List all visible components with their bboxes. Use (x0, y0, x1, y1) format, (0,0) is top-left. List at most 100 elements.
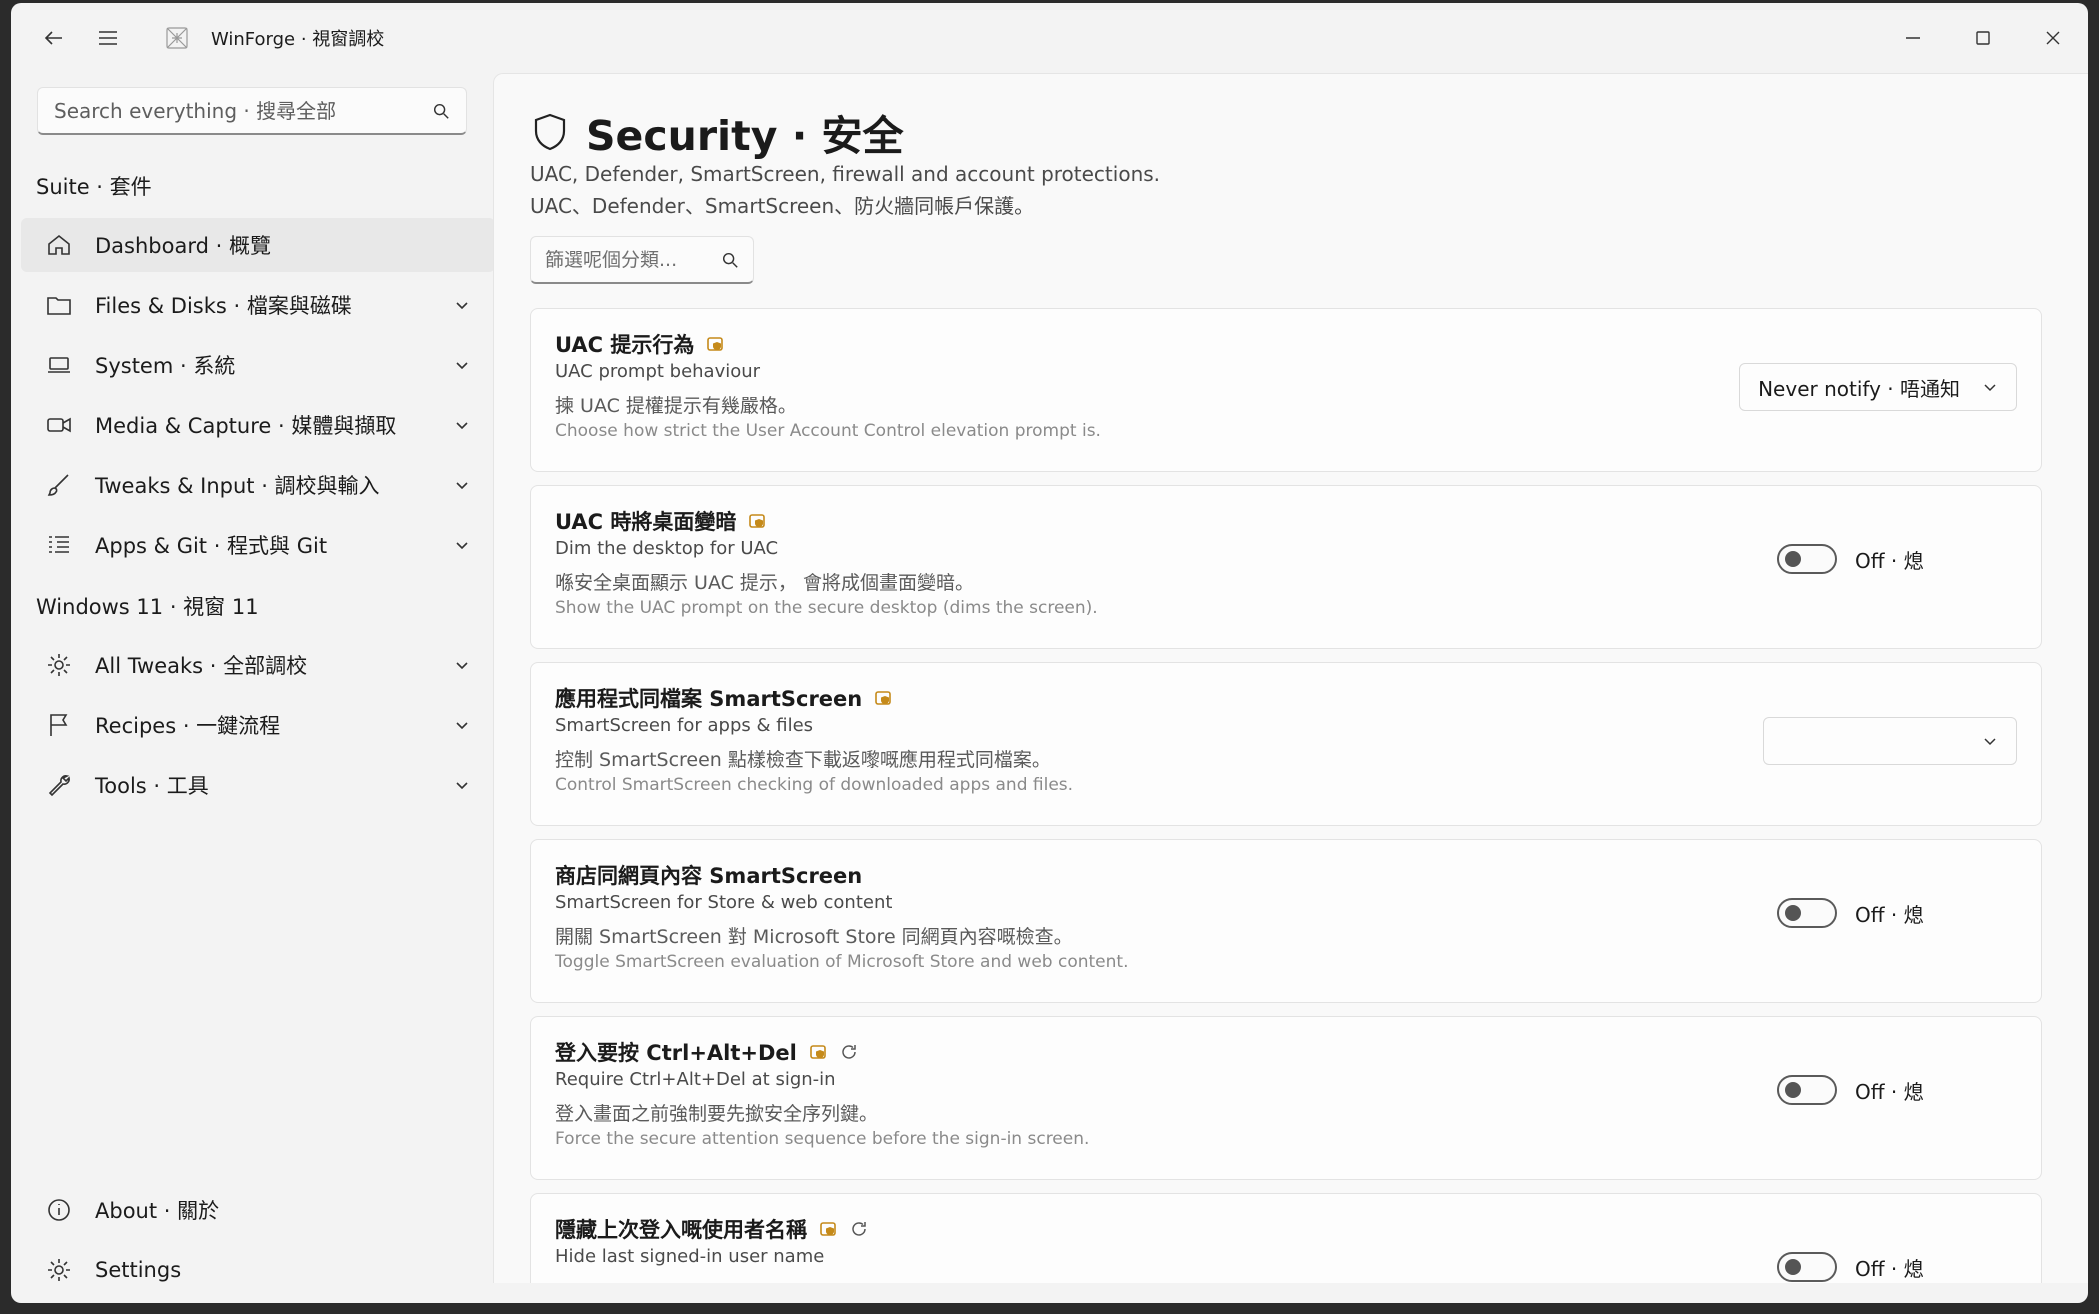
setting-description-en: Choose how strict the User Account Contr… (555, 421, 1101, 441)
toggle-switch[interactable] (1777, 1252, 1837, 1282)
shield-icon (534, 113, 566, 151)
admin-shield-badge-icon (820, 1222, 836, 1236)
smartscreen-apps-dropdown[interactable] (1763, 717, 2017, 765)
toggle-state-label: Off · 熄 (1855, 1256, 1924, 1281)
setting-card-uac-prompt: UAC 提示行為 UAC prompt behaviour 揀 UAC 提權提示… (530, 308, 2042, 472)
dropdown-value: Never notify · 唔通知 (1758, 376, 1960, 401)
page-description-en: UAC, Defender, SmartScreen, firewall and… (530, 162, 1161, 186)
back-arrow-icon (44, 31, 62, 45)
title-bar: WinForge · 視窗調校 (11, 3, 2088, 73)
chevron-down-icon (456, 662, 468, 670)
sidebar-item-about[interactable]: About · 關於 (21, 1183, 495, 1237)
setting-title: 隱藏上次登入嘅使用者名稱 (555, 1218, 807, 1242)
admin-shield-badge-icon (810, 1045, 826, 1059)
setting-card-smartscreen-apps: 應用程式同檔案 SmartScreen SmartScreen for apps… (530, 662, 2042, 826)
maximize-icon (1976, 31, 1990, 45)
setting-description-en: Force the secure attention sequence befo… (555, 1129, 1090, 1149)
toggle-control: Off · 熄 (1777, 1252, 1924, 1282)
chevron-down-icon (456, 362, 468, 370)
sidebar-item-all-tweaks[interactable]: All Tweaks · 全部調校 (21, 638, 495, 692)
toggle-control: Off · 熄 (1777, 898, 1924, 928)
setting-subtitle: UAC prompt behaviour (555, 361, 761, 382)
laptop-icon (48, 357, 70, 373)
main-content: Security · 安全 UAC, Defender, SmartScreen… (493, 73, 2088, 1283)
toggle-switch[interactable] (1777, 544, 1837, 574)
setting-title: UAC 提示行為 (555, 333, 695, 357)
info-icon (48, 1199, 70, 1221)
sidebar: Suite · 套件 Dashboard · 概覽 Files & Disks … (11, 73, 497, 1303)
toggle-state-label: Off · 熄 (1855, 902, 1924, 927)
setting-title: 登入要按 Ctrl+Alt+Del (555, 1041, 797, 1065)
sidebar-item-media-capture[interactable]: Media & Capture · 媒體與擷取 (21, 398, 495, 452)
sidebar-item-files-disks[interactable]: Files & Disks · 檔案與磁碟 (21, 278, 495, 332)
search-icon (433, 103, 449, 119)
minimize-button[interactable] (1878, 3, 1948, 73)
toggle-switch[interactable] (1777, 1075, 1837, 1105)
category-filter[interactable] (530, 236, 754, 284)
setting-title: UAC 時將桌面變暗 (555, 510, 737, 534)
setting-subtitle: Require Ctrl+Alt+Del at sign-in (555, 1069, 836, 1090)
flag-icon (50, 714, 68, 736)
setting-description-en: Control SmartScreen checking of download… (555, 775, 1074, 795)
toggle-switch[interactable] (1777, 898, 1837, 928)
sidebar-item-tweaks-input[interactable]: Tweaks & Input · 調校與輸入 (21, 458, 495, 512)
setting-title: 應用程式同檔案 SmartScreen (555, 687, 863, 711)
filter-input[interactable] (545, 248, 721, 271)
sidebar-item-dashboard[interactable]: Dashboard · 概覽 (21, 218, 495, 272)
chevron-down-icon (456, 302, 468, 310)
maximize-button[interactable] (1948, 3, 2018, 73)
minimize-icon (1906, 37, 1920, 39)
folder-icon (47, 297, 71, 315)
video-icon (47, 417, 71, 433)
setting-description-zh: 登入畫面之前強制要先撳安全序列鍵。 (555, 1103, 879, 1125)
setting-description-zh: 揀 UAC 提權提示有幾嚴格。 (555, 395, 797, 417)
setting-subtitle: SmartScreen for apps & files (555, 715, 814, 736)
setting-card-hide-last-user: 隱藏上次登入嘅使用者名稱 Hide last signed-in user na… (530, 1193, 2042, 1283)
search-input[interactable] (54, 98, 432, 123)
gear-icon (48, 1259, 70, 1281)
list-icon (49, 536, 69, 553)
setting-description-zh: 喺安全桌面顯示 UAC 提示， 會將成個畫面變暗。 (555, 572, 974, 594)
close-button[interactable] (2018, 3, 2088, 73)
admin-shield-badge-icon (875, 691, 892, 705)
setting-subtitle: Dim the desktop for UAC (555, 538, 779, 559)
chevron-down-icon (456, 482, 468, 490)
app-logo-icon (166, 27, 188, 49)
setting-description-en: Toggle SmartScreen evaluation of Microso… (555, 952, 1129, 972)
app-window: WinForge · 視窗調校 Suite · 套件 Dashboard · 概… (11, 3, 2088, 1303)
back-button[interactable] (27, 11, 81, 65)
chevron-down-icon (456, 722, 468, 730)
setting-card-uac-dim-desktop: UAC 時將桌面變暗 Dim the desktop for UAC 喺安全桌面… (530, 485, 2042, 649)
chevron-down-icon (456, 542, 468, 550)
sidebar-item-apps-git[interactable]: Apps & Git · 程式與 Git (21, 518, 495, 572)
close-icon (2046, 31, 2060, 45)
sidebar-item-recipes[interactable]: Recipes · 一鍵流程 (21, 698, 495, 752)
page-header: Security · 安全 (532, 102, 904, 162)
refresh-icon (842, 1045, 856, 1059)
uac-level-dropdown[interactable]: Never notify · 唔通知 (1739, 363, 2017, 411)
setting-card-ctrl-alt-del: 登入要按 Ctrl+Alt+Del Require Ctrl+Alt+Del a… (530, 1016, 2042, 1180)
setting-card-smartscreen-store: 商店同網頁內容 SmartScreen SmartScreen for Stor… (530, 839, 2042, 1003)
chevron-down-icon (1984, 384, 1996, 392)
page-title: Security · 安全 (586, 112, 904, 160)
chevron-down-icon (456, 782, 468, 790)
toggle-state-label: Off · 熄 (1855, 548, 1924, 573)
gear-icon (48, 654, 70, 676)
app-title: WinForge · 視窗調校 (211, 29, 385, 50)
refresh-icon (852, 1222, 866, 1236)
setting-description-en: Show the UAC prompt on the secure deskto… (555, 598, 1098, 618)
global-search[interactable] (37, 87, 467, 135)
setting-description-zh: 控制 SmartScreen 點樣檢查下載返嚟嘅應用程式同檔案。 (555, 749, 1051, 771)
sidebar-item-settings[interactable]: Settings (21, 1243, 495, 1297)
section-label-suite: Suite · 套件 (36, 175, 152, 199)
setting-title: 商店同網頁內容 SmartScreen (555, 864, 863, 888)
setting-subtitle: SmartScreen for Store & web content (555, 892, 893, 913)
sidebar-item-system[interactable]: System · 系統 (21, 338, 495, 392)
sidebar-item-tools[interactable]: Tools · 工具 (21, 758, 495, 812)
page-description-zh: UAC、Defender、SmartScreen、防火牆同帳戶保護。 (530, 194, 1035, 218)
toggle-control: Off · 熄 (1777, 1075, 1924, 1105)
admin-shield-badge-icon (707, 337, 724, 351)
setting-subtitle: Hide last signed-in user name (555, 1246, 825, 1267)
menu-button[interactable] (81, 11, 135, 65)
wrench-icon (48, 775, 70, 797)
